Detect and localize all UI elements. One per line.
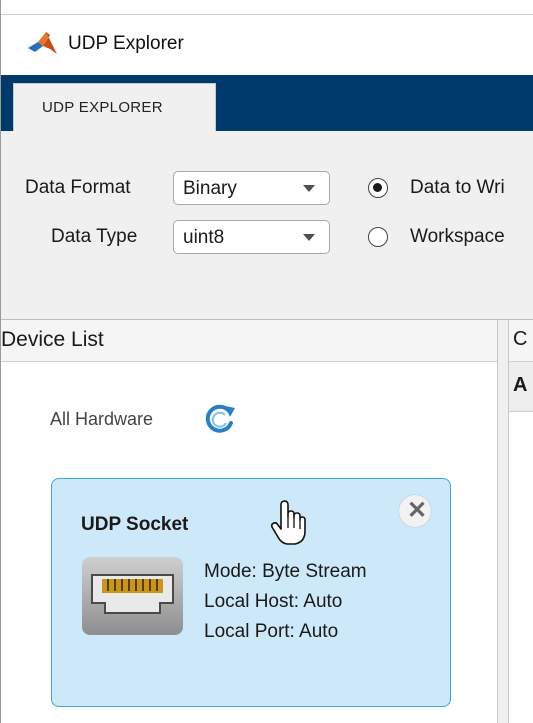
hand-cursor-icon xyxy=(270,500,306,545)
device-list-panel: Device List All Hardware UDP Socket ✕ Mo… xyxy=(1,320,497,723)
device-list-title: Device List xyxy=(1,328,104,351)
data-format-value: Binary xyxy=(183,178,237,199)
data-format-label: Data Format xyxy=(25,177,131,198)
workspace-label[interactable]: Workspace xyxy=(410,226,505,248)
window-title: UDP Explorer xyxy=(68,33,184,54)
udp-socket-card[interactable]: UDP Socket ✕ Mode: Byte Stream Local Hos… xyxy=(51,478,451,707)
data-type-dropdown[interactable]: uint8 xyxy=(173,220,330,254)
right-panel-header: C xyxy=(509,320,533,362)
data-to-write-radio[interactable] xyxy=(368,178,388,198)
right-panel: C A xyxy=(509,320,533,723)
right-panel-header-text: C xyxy=(513,328,528,350)
device-local-port: Local Port: Auto xyxy=(204,621,339,642)
chevron-down-icon xyxy=(303,234,315,241)
chevron-down-icon xyxy=(303,185,315,192)
data-type-value: uint8 xyxy=(183,227,225,248)
device-local-host: Local Host: Auto xyxy=(204,591,343,612)
tab-label: UDP EXPLORER xyxy=(42,99,163,116)
refresh-icon[interactable] xyxy=(203,404,237,434)
data-to-write-label[interactable]: Data to Wri xyxy=(410,177,505,199)
right-panel-subheader-text: A xyxy=(513,374,528,396)
right-panel-subheader: A xyxy=(509,362,533,412)
ethernet-port-icon xyxy=(82,557,183,635)
panel-splitter[interactable] xyxy=(497,320,509,723)
data-format-dropdown[interactable]: Binary xyxy=(173,171,330,205)
matlab-logo-icon xyxy=(28,32,57,54)
toolstrip: Data Format Binary Data Type uint8 Data … xyxy=(1,131,533,320)
device-card-title: UDP Socket xyxy=(81,514,189,535)
workspace-radio[interactable] xyxy=(368,227,388,247)
data-type-label: Data Type xyxy=(51,226,138,247)
device-list-header: Device List xyxy=(1,320,497,362)
tab-udp-explorer[interactable]: UDP EXPLORER xyxy=(13,83,216,132)
device-mode: Mode: Byte Stream xyxy=(204,561,367,582)
close-icon[interactable]: ✕ xyxy=(399,495,431,527)
all-hardware-label: All Hardware xyxy=(50,409,154,429)
